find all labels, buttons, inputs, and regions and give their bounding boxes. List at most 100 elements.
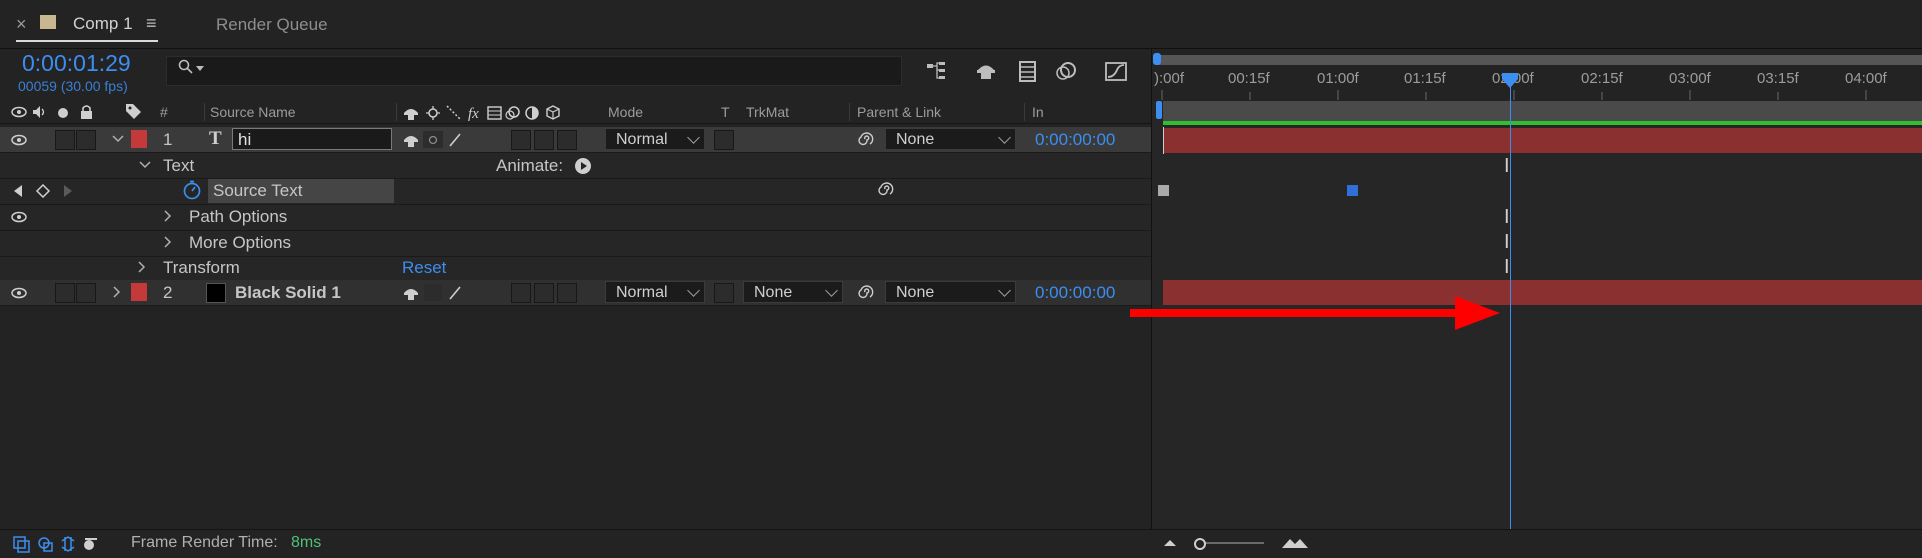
layer-1-mode-dropdown[interactable]: Normal [605,128,705,150]
playhead-line[interactable] [1510,75,1511,529]
keyframe-navigator-icons[interactable] [12,184,74,198]
chevron-down-icon [825,284,838,297]
column-mode-header[interactable]: Mode [608,104,643,120]
ruler-label: 03:00f [1669,70,1711,87]
property-row-source-text[interactable] [0,179,1151,205]
ruler-label: 00:15f [1228,70,1270,87]
lock-icon[interactable] [80,104,93,119]
layer-1-name-input[interactable]: hi [232,128,392,150]
navigator-start-handle[interactable] [1156,101,1162,119]
work-area-bar[interactable] [1158,55,1922,65]
composition-navigator-track[interactable] [1163,101,1922,121]
frame-blending-icon[interactable] [1015,58,1041,84]
layer-1-preserve-transparency-switch[interactable] [714,130,734,150]
layer-2-switch[interactable] [557,283,577,303]
video-visibility-icon[interactable] [11,106,27,118]
stopwatch-icon[interactable] [182,180,202,200]
column-number-header[interactable]: # [160,104,168,120]
solid-layer-swatch [206,283,226,303]
frame-render-time-value: 8ms [291,534,322,551]
layer-2-switches-icons[interactable] [402,284,472,301]
path-options-label[interactable]: Path Options [189,207,287,227]
tab-menu-icon[interactable]: ≡ [146,13,157,34]
status-bar [0,529,1922,558]
animate-menu-play-icon[interactable] [574,157,592,175]
layer-2-solo-switch[interactable] [55,283,75,303]
chevron-right-icon[interactable] [163,210,173,222]
audio-icon[interactable] [32,105,48,119]
close-tab-icon[interactable]: × [16,14,27,35]
layer-1-lock-switch[interactable] [76,130,96,150]
layer-2-switch[interactable] [534,283,554,303]
layer-2-expand-chevron-icon[interactable] [112,286,122,298]
layer-2-mode-dropdown[interactable]: Normal [605,281,705,303]
ibeam-marker-icon: I [1504,155,1510,177]
layer-2-visibility-icon[interactable] [11,287,27,299]
work-area-start-handle[interactable] [1153,53,1161,65]
path-options-visibility-icon[interactable] [11,211,27,223]
layer-1-visibility-icon[interactable] [11,134,27,146]
layer-2-switch[interactable] [511,283,531,303]
column-t-header[interactable]: T [721,104,730,120]
hold-keyframe-1[interactable] [1158,185,1169,196]
layer-2-name[interactable]: Black Solid 1 [235,283,341,303]
layer-1-switch[interactable] [534,130,554,150]
layer-1-switches-icons[interactable] [402,131,492,148]
status-toggle-icons[interactable] [13,535,103,553]
animate-label: Animate: [496,156,564,175]
search-icon[interactable] [178,59,194,75]
layer-2-pickwhip-icon[interactable] [856,284,874,301]
layer-1-in-point[interactable]: 0:00:00:00 [1035,130,1115,150]
search-dropdown-icon[interactable] [196,66,204,72]
svg-text:fx: fx [468,106,479,121]
graph-editor-icon[interactable] [1103,58,1129,84]
frame-count-display: 00059 (30.00 fps) [18,78,128,94]
layer-2-trkmat-dropdown[interactable]: None [743,281,843,303]
chevron-right-icon[interactable] [137,261,147,273]
layer-1-label-color[interactable] [131,130,147,148]
column-trkmat-header[interactable]: TrkMat [746,104,789,120]
text-group-label: Text [163,156,195,175]
current-time-display[interactable]: 0:00:01:29 [22,50,131,77]
more-options-label[interactable]: More Options [189,233,291,253]
column-divider [396,103,397,121]
column-source-name-header[interactable]: Source Name [210,104,296,120]
source-text-label[interactable]: Source Text [213,181,302,201]
column-in-header[interactable]: In [1032,104,1044,120]
layer-1-solo-switch[interactable] [55,130,75,150]
hold-keyframe-2[interactable] [1347,185,1358,196]
layer-2-lock-switch[interactable] [76,283,96,303]
layer-2-mode-value: Normal [616,284,668,301]
reset-link[interactable]: Reset [402,258,446,278]
layer-2-in-point[interactable]: 0:00:00:00 [1035,283,1115,303]
tab-comp-1[interactable]: Comp 1 [73,14,133,34]
annotation-arrow-icon [1130,296,1500,330]
shy-layers-icon[interactable] [973,58,999,84]
text-group-chevron-icon[interactable] [139,160,151,170]
layer-2-preserve-transparency-switch[interactable] [714,283,734,303]
layer-search-input[interactable] [166,56,902,86]
tab-render-queue[interactable]: Render Queue [216,15,328,35]
label-tag-icon[interactable] [125,103,142,120]
timeline-zoom-control[interactable] [1162,534,1312,554]
layer-2-label-color[interactable] [131,283,147,301]
layer-1-switch[interactable] [557,130,577,150]
layer-1-duration-bar[interactable] [1163,128,1922,153]
chevron-down-icon [998,284,1011,297]
motion-blur-icon[interactable] [1053,58,1079,84]
solo-icon[interactable] [57,107,69,119]
layer-2-parent-dropdown[interactable]: None [885,281,1016,303]
composition-flowchart-icon[interactable] [924,58,950,84]
layer-1-expand-chevron-icon[interactable] [112,134,124,144]
layer-1-pickwhip-icon[interactable] [856,131,874,148]
transform-label[interactable]: Transform [163,258,240,278]
layer-2-trkmat-value: None [754,284,793,301]
ruler-label: 02:15f [1581,70,1623,87]
source-text-pickwhip-icon[interactable] [876,181,894,198]
layer-1-switch[interactable] [511,130,531,150]
column-parent-link-header[interactable]: Parent & Link [857,104,941,120]
ruler-label: 03:15f [1757,70,1799,87]
ibeam-marker-icon: I [1504,206,1510,228]
layer-1-parent-dropdown[interactable]: None [885,128,1016,150]
chevron-right-icon[interactable] [163,236,173,248]
